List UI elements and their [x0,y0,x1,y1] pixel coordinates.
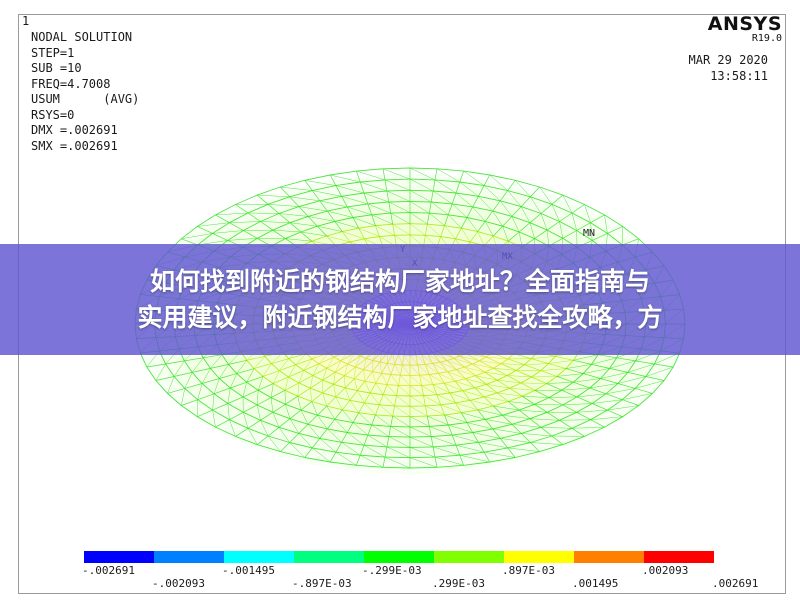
mesh-element [388,436,411,438]
legend-swatch [504,551,574,563]
mesh-element [409,446,434,448]
mesh-element [356,168,384,172]
legend-tick-top: -.002691 [82,564,135,577]
mesh-element [515,179,540,188]
mesh-element [386,446,411,448]
mesh-element [390,212,411,214]
mesh-element [409,436,432,438]
contour-color-legend [84,551,714,563]
mesh-element [394,363,403,366]
legend-swatch [644,551,714,563]
legend-tick-bottom: .002691 [712,577,759,590]
legend-swatch [84,551,154,563]
mesh-element [330,170,357,176]
mesh-element [409,223,428,225]
mesh-element [409,425,430,428]
legend-swatch [294,551,364,563]
legend-tick-bottom: -.002093 [152,577,205,590]
mesh-element [392,223,411,225]
mesh-element [280,179,305,188]
mesh-element [409,200,432,203]
mesh-element [382,167,411,170]
legend-tick-top: .897E-03 [502,564,555,577]
title-banner-overlay: 如何找到附近的钢结构厂家地址？全面指南与 实用建议，附近钢结构厂家地址查找全攻略… [0,244,800,355]
legend-tick-top: .002093 [642,564,689,577]
mesh-element [409,212,430,214]
mesh-element [409,456,436,459]
legend-swatch [224,551,294,563]
mesh-element [409,415,428,418]
legend-tick-top: -.299E-03 [362,564,422,577]
banner-line-2: 实用建议，附近钢结构厂家地址查找全攻略，方 [137,302,663,332]
legend-swatch [434,551,504,563]
mesh-element [384,456,411,459]
banner-line-1: 如何找到附近的钢结构厂家地址？全面指南与 [149,266,650,296]
mesh-element [463,170,490,176]
legend-swatch [364,551,434,563]
mesh-element [388,200,411,203]
legend-swatch [154,551,224,563]
mesh-element [392,415,411,418]
ansys-result-viewport: 1 NODAL SOLUTION STEP=1 SUB =10 FREQ=4.7… [0,0,800,606]
mesh-element [409,167,438,170]
min-label: MN [583,228,595,239]
mesh-element [489,174,516,181]
legend-tick-top: -.001495 [222,564,275,577]
legend-tick-bottom: -.897E-03 [292,577,352,590]
mesh-element [390,425,411,428]
mesh-element [436,168,464,172]
mesh-element [417,363,426,366]
mesh-element [304,174,331,181]
legend-tick-bottom: .299E-03 [432,577,485,590]
legend-tick-bottom: .001495 [572,577,619,590]
legend-swatch [574,551,644,563]
